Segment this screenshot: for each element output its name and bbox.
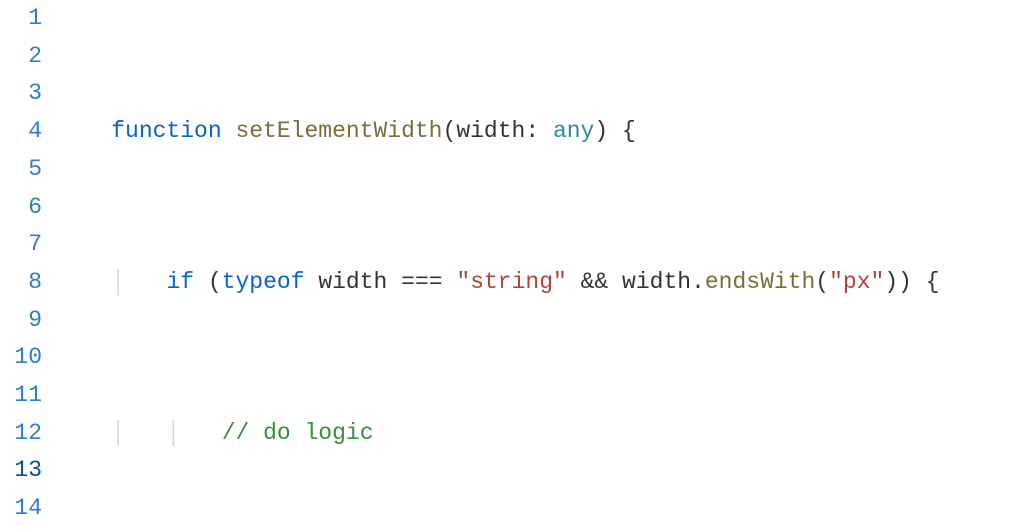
line-number: 8 — [0, 264, 42, 302]
param: width — [456, 118, 525, 144]
line-number: 7 — [0, 226, 42, 264]
code-line[interactable]: │ │ // do logic — [56, 415, 1023, 453]
line-number: 5 — [0, 151, 42, 189]
keyword-function: function — [111, 118, 221, 144]
method-endswith: endsWith — [705, 269, 815, 295]
line-number: 4 — [0, 113, 42, 151]
indent-guide-icon: │ — [111, 269, 125, 295]
line-number: 6 — [0, 189, 42, 227]
line-number: 13 — [0, 452, 42, 490]
code-line[interactable]: │ if (typeof width === "string" && width… — [56, 264, 1023, 302]
indent-guide-icon: │ — [111, 420, 125, 446]
comment: // do logic — [222, 420, 374, 446]
code-area[interactable]: function setElementWidth(width: any) { │… — [56, 0, 1023, 529]
line-number: 10 — [0, 339, 42, 377]
keyword-typeof: typeof — [222, 269, 305, 295]
code-line[interactable]: function setElementWidth(width: any) { — [56, 113, 1023, 151]
code-editor[interactable]: 1 2 3 4 5 6 7 8 9 10 11 12 13 14 functio… — [0, 0, 1023, 529]
string-literal: "string" — [456, 269, 566, 295]
keyword-if: if — [166, 269, 194, 295]
type-any: any — [553, 118, 594, 144]
line-number: 1 — [0, 0, 42, 38]
function-name: setElementWidth — [235, 118, 442, 144]
line-number-gutter: 1 2 3 4 5 6 7 8 9 10 11 12 13 14 — [0, 0, 56, 529]
indent-guide-icon: │ — [166, 420, 180, 446]
line-number: 14 — [0, 490, 42, 528]
line-number: 11 — [0, 377, 42, 415]
line-number: 9 — [0, 302, 42, 340]
line-number: 12 — [0, 415, 42, 453]
line-number: 2 — [0, 38, 42, 76]
string-literal: "px" — [829, 269, 884, 295]
line-number: 3 — [0, 75, 42, 113]
